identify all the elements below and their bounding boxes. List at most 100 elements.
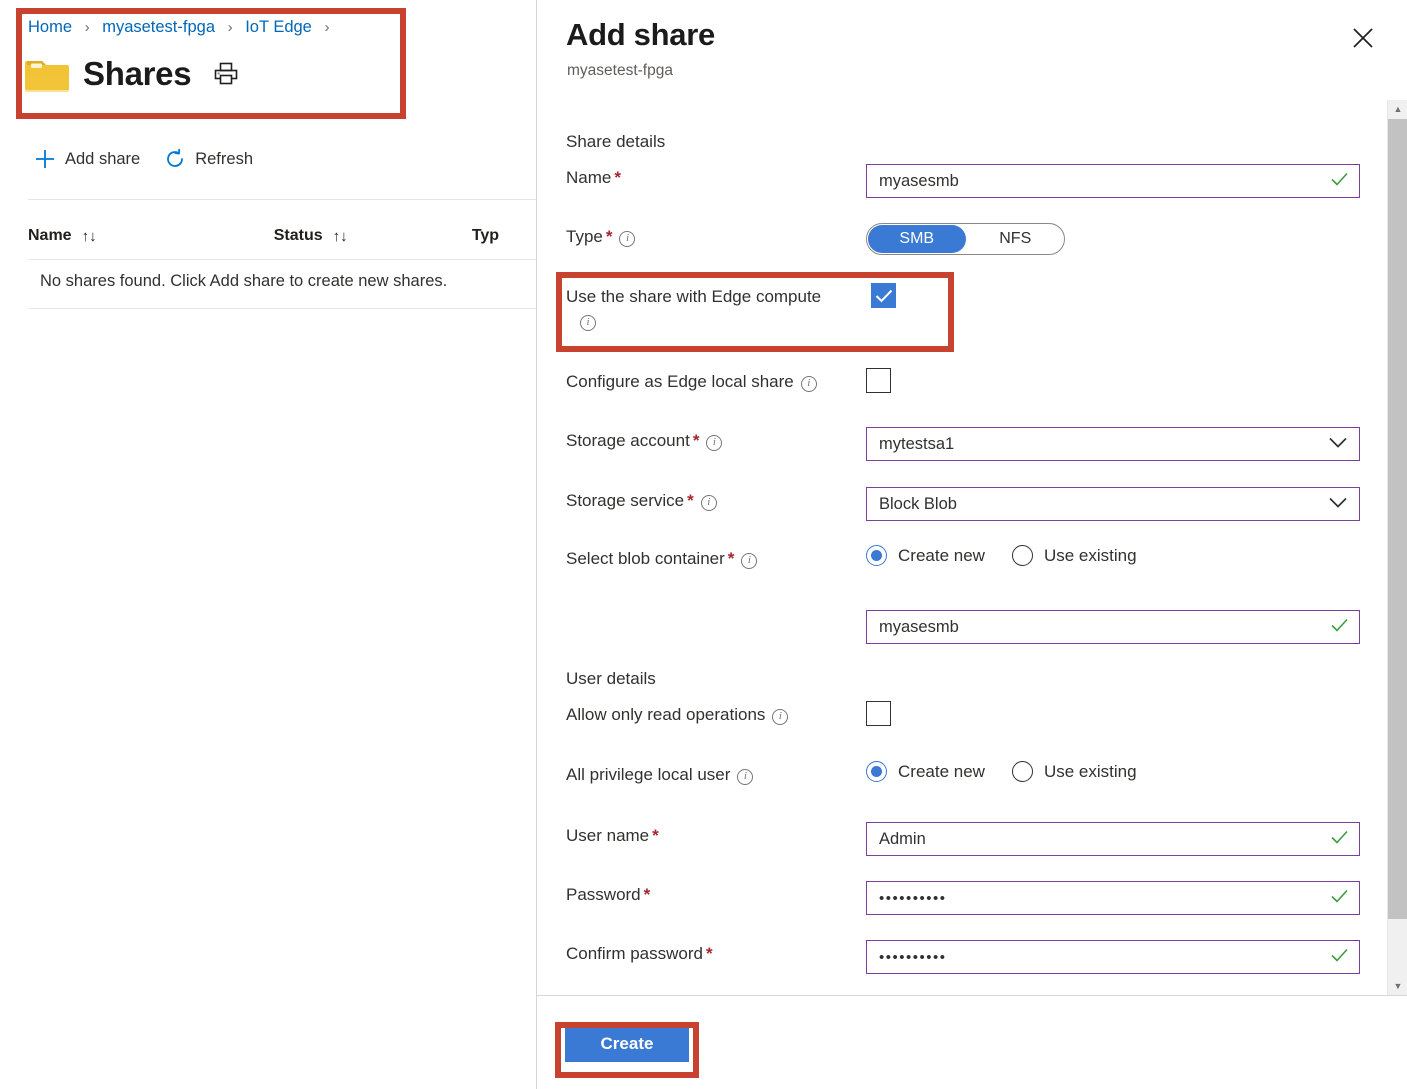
plus-icon bbox=[34, 148, 56, 170]
label-blob-container: Select blob container*i bbox=[566, 545, 866, 570]
field-row-storage-service: Storage service*i Block Blob bbox=[566, 487, 1366, 521]
info-icon[interactable]: i bbox=[772, 709, 788, 725]
breadcrumb-separator: › bbox=[85, 19, 90, 36]
field-row-edge-compute: Use the share with Edge compute i bbox=[566, 283, 1366, 332]
info-icon[interactable]: i bbox=[801, 376, 817, 392]
password-value: •••••••••• bbox=[879, 890, 947, 907]
required-marker: * bbox=[652, 826, 659, 845]
required-marker: * bbox=[606, 227, 613, 246]
privilege-user-radio-create-new[interactable]: Create new bbox=[866, 761, 985, 782]
label-edge-local-share: Configure as Edge local share i bbox=[566, 368, 866, 393]
required-marker: * bbox=[644, 885, 651, 904]
info-icon[interactable]: i bbox=[737, 769, 753, 785]
privilege-user-radio-use-existing[interactable]: Use existing bbox=[1012, 761, 1137, 782]
storage-service-dropdown[interactable]: Block Blob bbox=[866, 487, 1360, 521]
column-header-type[interactable]: Typ bbox=[472, 227, 536, 245]
add-share-button[interactable]: Add share bbox=[34, 148, 140, 170]
breadcrumb-item-iot-edge[interactable]: IoT Edge bbox=[245, 18, 312, 36]
column-header-status[interactable]: Status ↑↓ bbox=[274, 227, 472, 245]
privilege-user-radio-use-existing-label: Use existing bbox=[1044, 762, 1137, 782]
info-icon[interactable]: i bbox=[706, 435, 722, 451]
field-row-name: Name* myasesmb bbox=[566, 164, 1366, 198]
page-header: Shares bbox=[25, 55, 239, 92]
required-marker: * bbox=[687, 491, 694, 510]
add-share-label: Add share bbox=[65, 150, 140, 169]
label-storage-account: Storage account*i bbox=[566, 427, 866, 452]
storage-service-value: Block Blob bbox=[879, 495, 957, 514]
sort-icon[interactable]: ↑↓ bbox=[333, 228, 348, 245]
panel-title: Add share bbox=[566, 17, 715, 53]
label-storage-account-text: Storage account bbox=[566, 431, 690, 450]
breadcrumb-item-device[interactable]: myasetest-fpga bbox=[102, 18, 215, 36]
storage-account-dropdown[interactable]: mytestsa1 bbox=[866, 427, 1360, 461]
confirm-password-value: •••••••••• bbox=[879, 949, 947, 966]
column-header-name-label: Name bbox=[28, 227, 72, 245]
sort-icon[interactable]: ↑↓ bbox=[82, 228, 97, 245]
required-marker: * bbox=[706, 944, 713, 963]
name-input-value: myasesmb bbox=[879, 172, 959, 191]
table-divider-top bbox=[28, 259, 536, 260]
field-row-privilege-user: All privilege local useri Create new Use… bbox=[566, 761, 1366, 786]
scrollbar-thumb[interactable] bbox=[1388, 119, 1407, 919]
edge-compute-checkbox[interactable] bbox=[871, 283, 896, 308]
type-toggle[interactable]: SMB NFS bbox=[866, 223, 1065, 255]
checkmark-icon bbox=[1331, 949, 1348, 966]
field-row-password: Password* •••••••••• bbox=[566, 881, 1366, 915]
column-header-status-label: Status bbox=[274, 227, 323, 245]
field-row-blob-container: Select blob container*i Create new Use e… bbox=[566, 545, 1366, 570]
field-row-edge-local-share: Configure as Edge local share i bbox=[566, 368, 1366, 398]
type-option-smb[interactable]: SMB bbox=[868, 225, 966, 253]
command-bar-divider bbox=[28, 199, 536, 200]
create-button[interactable]: Create bbox=[565, 1026, 689, 1062]
read-only-checkbox[interactable] bbox=[866, 701, 891, 726]
info-icon[interactable]: i bbox=[619, 231, 635, 247]
type-option-nfs[interactable]: NFS bbox=[967, 224, 1065, 254]
share-details-heading: Share details bbox=[566, 132, 665, 152]
user-name-input[interactable]: Admin bbox=[866, 822, 1360, 856]
close-icon[interactable] bbox=[1347, 22, 1379, 54]
radio-dot bbox=[866, 761, 887, 782]
command-bar: Add share Refresh bbox=[34, 148, 253, 170]
name-input[interactable]: myasesmb bbox=[866, 164, 1360, 198]
label-edge-local-share-text: Configure as Edge local share bbox=[566, 372, 794, 391]
radio-dot bbox=[1012, 761, 1033, 782]
blob-container-name-input[interactable]: myasesmb bbox=[866, 610, 1360, 644]
label-user-name: User name* bbox=[566, 822, 866, 847]
panel-body: Share details Name* myasesmb bbox=[537, 100, 1387, 995]
page-title: Shares bbox=[83, 57, 191, 90]
edge-local-share-checkbox[interactable] bbox=[866, 368, 891, 393]
info-icon[interactable]: i bbox=[580, 315, 596, 331]
required-marker: * bbox=[614, 168, 621, 187]
label-blob-container-name-spacer bbox=[566, 610, 866, 613]
column-header-name[interactable]: Name ↑↓ bbox=[28, 227, 274, 245]
label-password: Password* bbox=[566, 881, 866, 906]
scroll-down-arrow-icon[interactable]: ▼ bbox=[1388, 977, 1407, 995]
label-blob-container-text: Select blob container bbox=[566, 549, 725, 568]
panel-scrollbar[interactable]: ▲ ▼ bbox=[1387, 100, 1407, 995]
refresh-button[interactable]: Refresh bbox=[164, 148, 253, 170]
field-row-confirm-password: Confirm password* •••••••••• bbox=[566, 940, 1366, 974]
table-empty-message: No shares found. Click Add share to crea… bbox=[40, 272, 447, 291]
label-read-only: Allow only read operationsi bbox=[566, 701, 866, 726]
printer-icon[interactable] bbox=[213, 61, 239, 87]
blob-container-radio-use-existing[interactable]: Use existing bbox=[1012, 545, 1137, 566]
panel-header: Add share myasetest-fpga bbox=[537, 0, 1407, 100]
checkmark-icon bbox=[1331, 890, 1348, 907]
radio-dot bbox=[866, 545, 887, 566]
storage-account-value: mytestsa1 bbox=[879, 435, 954, 454]
privilege-user-radio-group: Create new Use existing bbox=[866, 761, 1366, 782]
confirm-password-input[interactable]: •••••••••• bbox=[866, 940, 1360, 974]
shares-table-header: Name ↑↓ Status ↑↓ Typ bbox=[28, 214, 536, 258]
breadcrumb-separator: › bbox=[228, 19, 233, 36]
info-icon[interactable]: i bbox=[701, 495, 717, 511]
field-row-blob-container-name: myasesmb bbox=[566, 610, 1366, 644]
scroll-up-arrow-icon[interactable]: ▲ bbox=[1388, 100, 1407, 118]
label-user-name-text: User name bbox=[566, 826, 649, 845]
password-input[interactable]: •••••••••• bbox=[866, 881, 1360, 915]
breadcrumb-item-home[interactable]: Home bbox=[28, 18, 72, 36]
blob-container-radio-create-new[interactable]: Create new bbox=[866, 545, 985, 566]
panel-footer: Create bbox=[537, 995, 1407, 1089]
refresh-icon bbox=[164, 148, 186, 170]
info-icon[interactable]: i bbox=[741, 553, 757, 569]
label-type: Type*i bbox=[566, 223, 866, 248]
